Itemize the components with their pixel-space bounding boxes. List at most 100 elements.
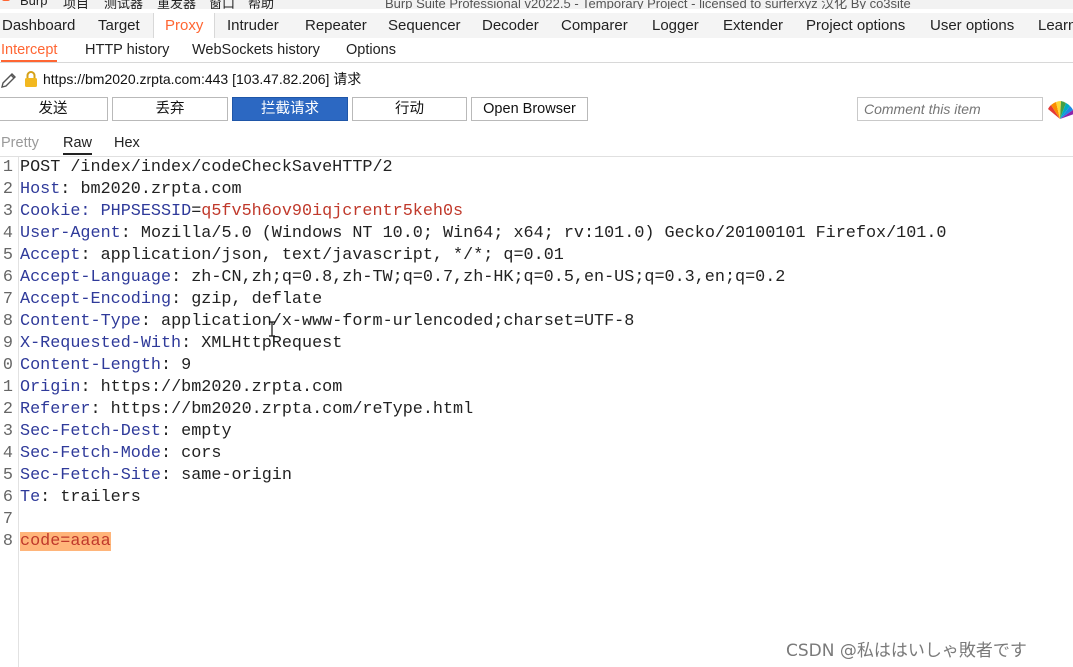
request-url: https://bm2020.zrpta.com:443 [103.47.82.… (43, 71, 362, 87)
header-name: Sec-Fetch-Dest (20, 422, 161, 441)
line-content: Cookie: PHPSESSID=q5fv5h6ov90iqjcrentr5k… (20, 201, 463, 223)
tab-raw[interactable]: Raw (63, 131, 93, 155)
header-name: Cookie: PHPSESSID (20, 202, 192, 221)
request-line: 7 Accept-Encoding: gzip, deflate (0, 289, 1073, 311)
line-content: code=aaaa (20, 531, 111, 553)
pencil-icon[interactable] (0, 71, 18, 89)
line-value: POST /index/index/codeCheckSaveHTTP/2 (20, 158, 393, 177)
menu-window[interactable]: 窗口 (209, 0, 235, 9)
line-content: Content-Length: 9 (20, 355, 191, 377)
tab-learn[interactable]: Learn (1037, 13, 1073, 38)
header-name: Referer (20, 400, 91, 419)
highlight-color-icon[interactable] (1047, 97, 1073, 123)
line-number: 0 (2, 356, 13, 375)
subtab-websockets-history[interactable]: WebSockets history (192, 38, 320, 62)
action-button[interactable]: 行动 (352, 97, 467, 121)
header-name: Sec-Fetch-Site (20, 466, 161, 485)
line-number: 7 (2, 290, 13, 309)
line-value: gzip, deflate (191, 290, 323, 309)
request-line: 2 Referer: https://bm2020.zrpta.com/reTyp… (0, 399, 1073, 421)
line-content: X-Requested-With: XMLHttpRequest (20, 333, 342, 355)
drop-button[interactable]: 丢弃 (112, 97, 228, 121)
header-separator: : (181, 334, 202, 353)
request-line: 4 User-Agent: Mozilla/5.0 (Windows NT 10.… (0, 223, 1073, 245)
request-line: 5 Accept: application/json, text/javascri… (0, 245, 1073, 267)
line-number: 7 (2, 510, 13, 529)
tab-pretty[interactable]: Pretty (1, 131, 39, 155)
line-content: Sec-Fetch-Dest: empty (20, 421, 232, 443)
request-line: 4 Sec-Fetch-Mode: cors (0, 443, 1073, 465)
request-line: 7 (0, 509, 1073, 531)
request-line: 0 Content-Length: 9 (0, 355, 1073, 377)
open-browser-button[interactable]: Open Browser (471, 97, 588, 121)
request-body: code=aaaa (20, 532, 111, 551)
forward-button[interactable]: 发送 (0, 97, 108, 121)
tab-proxy[interactable]: Proxy (153, 13, 216, 38)
request-line: 1 POST /index/index/codeCheckSaveHTTP/2 (0, 157, 1073, 179)
menu-burp[interactable]: Burp (20, 0, 47, 8)
line-value: trailers (60, 488, 141, 507)
request-line: 8 Content-Type: application/x-www-form-ur… (0, 311, 1073, 333)
intercept-toggle-button[interactable]: 拦截请求 (232, 97, 348, 121)
request-line: 6 Accept-Language: zh-CN,zh;q=0.8,zh-TW;q… (0, 267, 1073, 289)
line-value: bm2020.zrpta.com (80, 180, 242, 199)
header-name: Origin (20, 378, 81, 397)
header-name: Content-Type (20, 312, 141, 331)
line-number: 9 (2, 334, 13, 353)
request-line: 3 Sec-Fetch-Dest: empty (0, 421, 1073, 443)
tab-logger[interactable]: Logger (651, 13, 700, 38)
tab-target[interactable]: Target (97, 13, 141, 38)
header-name: Accept-Encoding (20, 290, 172, 309)
header-separator: : (80, 246, 101, 265)
tab-project-options[interactable]: Project options (805, 13, 906, 38)
menu-help[interactable]: 帮助 (248, 0, 274, 9)
text-cursor-icon (269, 321, 275, 337)
line-value: same-origin (181, 466, 292, 485)
menu-intruder[interactable]: 测试器 (104, 0, 143, 9)
tab-decoder[interactable]: Decoder (481, 13, 540, 38)
tab-user-options[interactable]: User options (929, 13, 1015, 38)
header-separator: : (171, 268, 192, 287)
line-value: Mozilla/5.0 (Windows NT 10.0; Win64; x64… (140, 224, 947, 243)
line-content: Referer: https://bm2020.zrpta.com/reType… (20, 399, 473, 421)
tab-sequencer[interactable]: Sequencer (387, 13, 462, 38)
header-separator: : (161, 356, 182, 375)
header-name: X-Requested-With (20, 334, 182, 353)
cookie-value: q5fv5h6ov90iqjcrentr5keh0s (201, 202, 464, 221)
request-line: 1 Origin: https://bm2020.zrpta.com (0, 377, 1073, 399)
tab-repeater[interactable]: Repeater (304, 13, 368, 38)
tab-comparer[interactable]: Comparer (560, 13, 629, 38)
menu-project[interactable]: 项目 (63, 0, 89, 9)
subtab-http-history[interactable]: HTTP history (85, 38, 169, 62)
comment-input[interactable] (857, 97, 1043, 121)
tab-extender[interactable]: Extender (722, 13, 784, 38)
lock-icon (25, 71, 37, 87)
window-title: Burp Suite Professional v2022.5 - Tempor… (385, 0, 911, 9)
line-number: 6 (2, 488, 13, 507)
tab-intruder[interactable]: Intruder (226, 13, 280, 38)
line-value: zh-CN,zh;q=0.8,zh-TW;q=0.7,zh-HK;q=0.5,e… (191, 268, 786, 287)
line-value: cors (181, 444, 222, 463)
line-value: https://bm2020.zrpta.com (100, 378, 343, 397)
header-name: Te (20, 488, 41, 507)
request-line: 5 Sec-Fetch-Site: same-origin (0, 465, 1073, 487)
line-value: https://bm2020.zrpta.com/reType.html (110, 400, 474, 419)
subtab-options[interactable]: Options (346, 38, 396, 62)
tab-hex[interactable]: Hex (114, 131, 140, 155)
tab-dashboard[interactable]: Dashboard (1, 13, 76, 38)
subtab-intercept[interactable]: Intercept (1, 38, 58, 62)
header-separator: : (90, 400, 111, 419)
raw-request-editor[interactable]: 1 POST /index/index/codeCheckSaveHTTP/2 2 H… (0, 157, 1073, 667)
header-name: Accept (20, 246, 81, 265)
line-number: 6 (2, 268, 13, 287)
request-line: 9 X-Requested-With: XMLHttpRequest (0, 333, 1073, 355)
line-content: Origin: https://bm2020.zrpta.com (20, 377, 342, 399)
line-number: 5 (2, 466, 13, 485)
request-target-row: https://bm2020.zrpta.com:443 [103.47.82.… (0, 66, 1073, 92)
line-content: Host: bm2020.zrpta.com (20, 179, 242, 201)
header-separator: : (171, 290, 192, 309)
header-separator: : (40, 488, 61, 507)
menu-repeater[interactable]: 重发器 (157, 0, 196, 9)
request-line: 3 Cookie: PHPSESSID=q5fv5h6ov90iqjcrentr5… (0, 201, 1073, 223)
request-line: 8 code=aaaa (0, 531, 1073, 553)
